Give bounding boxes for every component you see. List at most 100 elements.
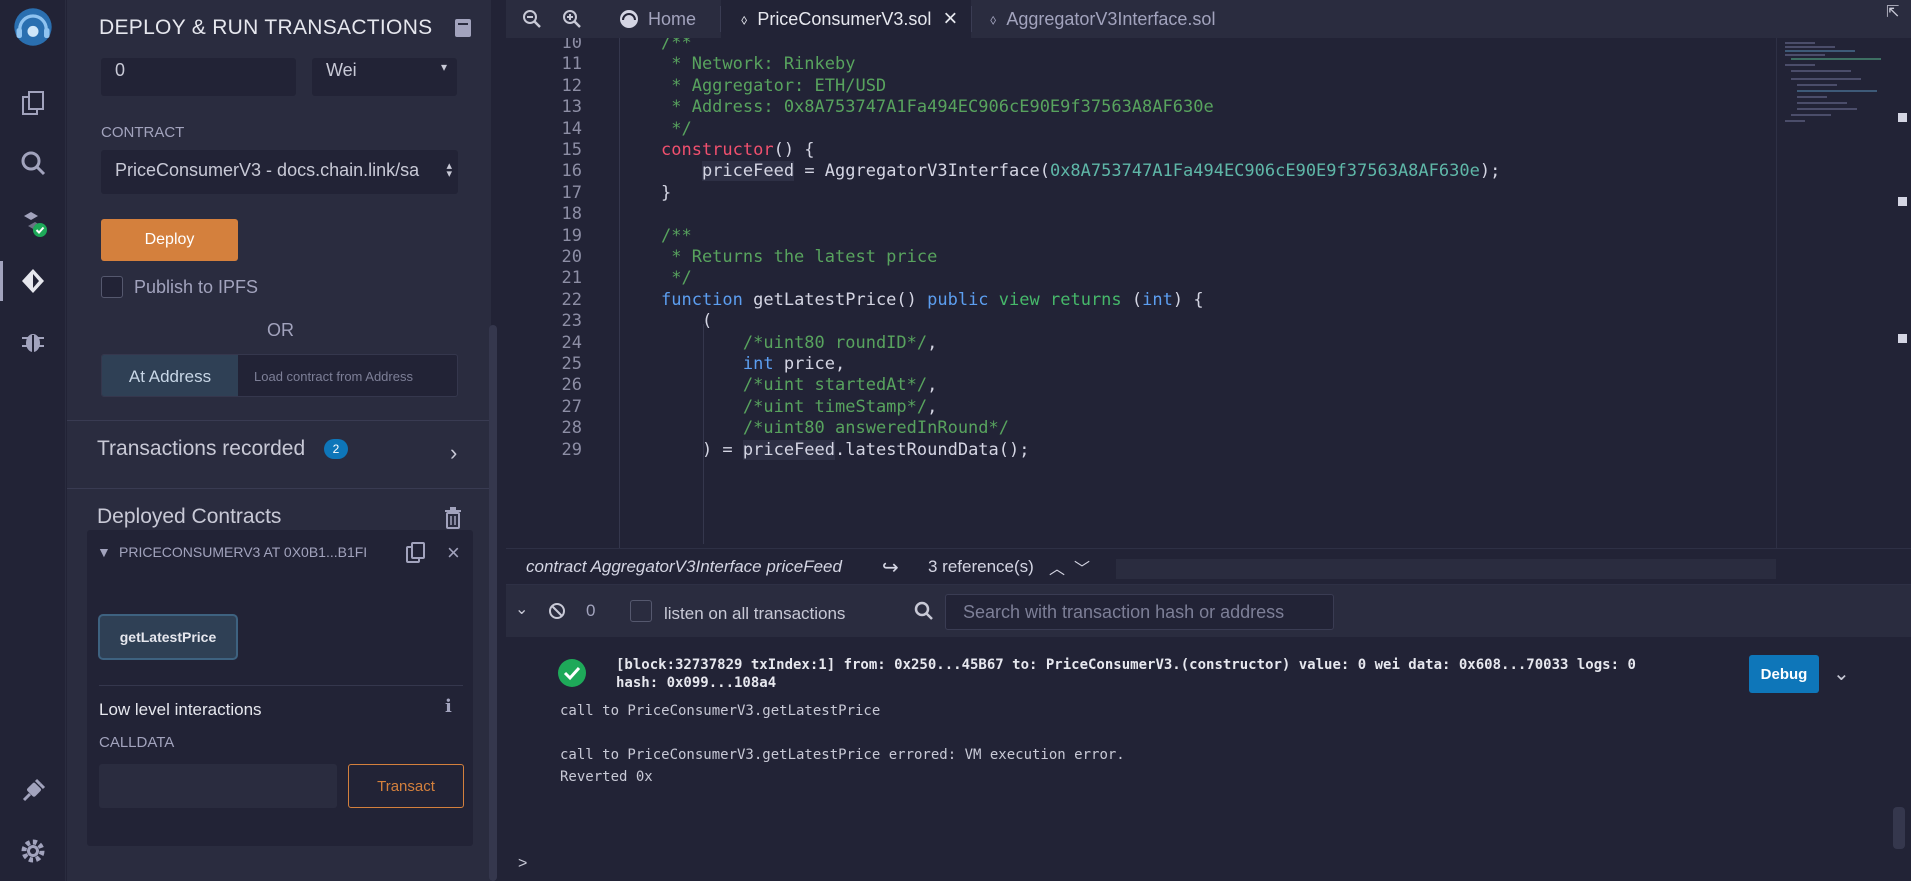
terminal-prompt[interactable]: > — [518, 855, 527, 873]
deploy-run-panel: DEPLOY & RUN TRANSACTIONS 0 Wei ▾ CONTRA… — [67, 0, 491, 881]
close-tab-icon[interactable]: × — [943, 5, 957, 33]
chevron-right-icon[interactable]: › — [450, 440, 457, 466]
contract-select[interactable]: PriceConsumerV3 - docs.chain.link/sa ▴ ▾ — [101, 150, 458, 194]
minimap-line — [1785, 64, 1815, 66]
chevron-down-icon[interactable]: ﹀ — [1074, 555, 1090, 579]
terminal: ⌄ 0 listen on all transactions Search wi… — [506, 584, 1911, 881]
code-token: */ — [661, 268, 692, 289]
solidity-icon: ⬨ — [741, 10, 748, 27]
tx-search-input[interactable]: Search with transaction hash or address — [945, 594, 1334, 630]
at-address-button[interactable]: At Address — [102, 355, 238, 396]
indent-guide — [619, 38, 620, 548]
solidity-icon: ⬨ — [990, 10, 997, 27]
code-token: /*uint startedAt*/ — [742, 375, 928, 396]
go-to-definition-icon[interactable]: ↪ — [882, 555, 899, 580]
code-token: price, — [773, 354, 846, 374]
copy-icon[interactable] — [406, 542, 426, 564]
contract-select-value: PriceConsumerV3 - docs.chain.link/sa — [115, 160, 420, 180]
divider — [67, 420, 491, 421]
value-input[interactable]: 0 — [101, 58, 296, 96]
calldata-input[interactable] — [99, 764, 337, 808]
transact-button[interactable]: Transact — [348, 764, 464, 808]
code-token: getLatestPrice() — [742, 289, 928, 310]
unit-select[interactable]: Wei ▾ — [312, 58, 457, 96]
trash-icon[interactable] — [444, 507, 462, 529]
minimap-line — [1791, 78, 1861, 80]
instance-name: PRICECONSUMERV3 AT 0X0B1...B1FI — [119, 544, 368, 560]
get-latest-price-button[interactable]: getLatestPrice — [98, 614, 238, 660]
tab-home[interactable]: Home — [610, 0, 720, 38]
settings-gear-icon[interactable] — [0, 826, 66, 876]
code-token: * Aggregator: ETH/USD — [661, 75, 887, 96]
divider — [99, 685, 463, 686]
minimap-line — [1785, 54, 1825, 56]
minimap-line — [1797, 90, 1877, 92]
listen-all-checkbox[interactable] — [630, 600, 652, 622]
collapse-terminal-icon[interactable]: ⌄ — [515, 599, 528, 619]
info-icon[interactable]: i — [445, 696, 452, 717]
solidity-compiler-icon[interactable] — [0, 198, 66, 248]
code-token: constructor — [661, 140, 774, 160]
code-line[interactable]: 29 ) = priceFeed.latestRoundData(); — [506, 437, 1776, 463]
close-icon[interactable]: × — [447, 540, 460, 566]
deployed-contracts-label: Deployed Contracts — [97, 505, 282, 528]
references-count: 3 reference(s) — [928, 557, 1034, 576]
panel-scrollbar[interactable] — [489, 325, 497, 881]
scroll-marker — [1898, 334, 1907, 343]
minimap[interactable] — [1776, 38, 1896, 548]
tx-summary-line[interactable]: [block:32737829 txIndex:1] from: 0x250..… — [616, 657, 1636, 673]
instance-header[interactable]: ▼ PRICECONSUMERV3 AT 0X0B1...B1FI × — [97, 540, 467, 572]
pending-tx-count: 0 — [586, 601, 596, 620]
expand-icon[interactable]: ⇱ — [1886, 2, 1899, 22]
tab-priceconsumerv3[interactable]: ⬨ PriceConsumerV3.sol × — [721, 0, 971, 38]
publish-ipfs-label: Publish to IPFS — [134, 277, 259, 297]
code-editor[interactable]: 10/** 11 * Network: Rinkeby 12 * Aggregato… — [506, 38, 1776, 548]
plugin-manager-icon[interactable] — [0, 766, 66, 816]
code-token: /** — [661, 225, 692, 246]
at-address-input[interactable]: Load contract from Address — [254, 355, 413, 396]
code-token: , — [927, 375, 938, 396]
documentation-book-icon[interactable] — [454, 18, 472, 38]
chevron-up-icon[interactable]: ︿ — [1049, 555, 1065, 579]
expand-tx-chevron-icon[interactable]: ⌄ — [1833, 661, 1850, 686]
clear-console-icon[interactable] — [548, 602, 566, 620]
code-token: = AggregatorV3Interface( — [794, 161, 1050, 182]
chevron-down-icon[interactable]: ▼ — [97, 544, 111, 560]
minimap-line — [1785, 120, 1805, 122]
zoom-out-icon[interactable] — [522, 9, 542, 29]
search-icon[interactable] — [0, 138, 66, 188]
divider — [67, 488, 491, 489]
code-token: view — [998, 289, 1040, 310]
minimap-line — [1785, 46, 1835, 48]
transactions-recorded-label[interactable]: Transactions recorded — [97, 437, 305, 461]
code-token: ( — [661, 311, 713, 332]
tx-hash-line[interactable]: hash: 0x099...108a4 — [616, 675, 776, 691]
publish-ipfs-checkbox[interactable] — [101, 276, 123, 298]
code-token: priceFeed — [701, 161, 795, 182]
code-token: } — [661, 182, 672, 203]
remix-logo-icon[interactable] — [0, 3, 66, 51]
call-log-line: call to PriceConsumerV3.getLatestPrice — [560, 703, 881, 719]
success-check-icon — [558, 659, 586, 687]
zoom-in-icon[interactable] — [562, 9, 582, 29]
tab-label: PriceConsumerV3.sol — [757, 8, 932, 29]
tab-aggregatorv3interface[interactable]: ⬨ AggregatorV3Interface.sol — [972, 0, 1232, 38]
deploy-button[interactable]: Deploy — [101, 219, 238, 261]
tab-label: AggregatorV3Interface.sol — [1006, 8, 1216, 29]
panel-title: DEPLOY & RUN TRANSACTIONS — [99, 16, 433, 39]
file-explorer-icon[interactable] — [0, 78, 66, 128]
debugger-icon[interactable] — [0, 316, 66, 366]
code-token: , — [927, 332, 938, 353]
terminal-scrollbar[interactable] — [1893, 807, 1905, 849]
line-number: 29 — [561, 439, 582, 460]
deploy-run-icon[interactable] — [0, 256, 66, 306]
icon-bar — [0, 0, 66, 881]
error-log-line: call to PriceConsumerV3.getLatestPrice e… — [560, 747, 1125, 763]
select-arrows-icon: ▴ ▾ — [446, 160, 452, 180]
debug-button[interactable]: Debug — [1749, 655, 1819, 693]
